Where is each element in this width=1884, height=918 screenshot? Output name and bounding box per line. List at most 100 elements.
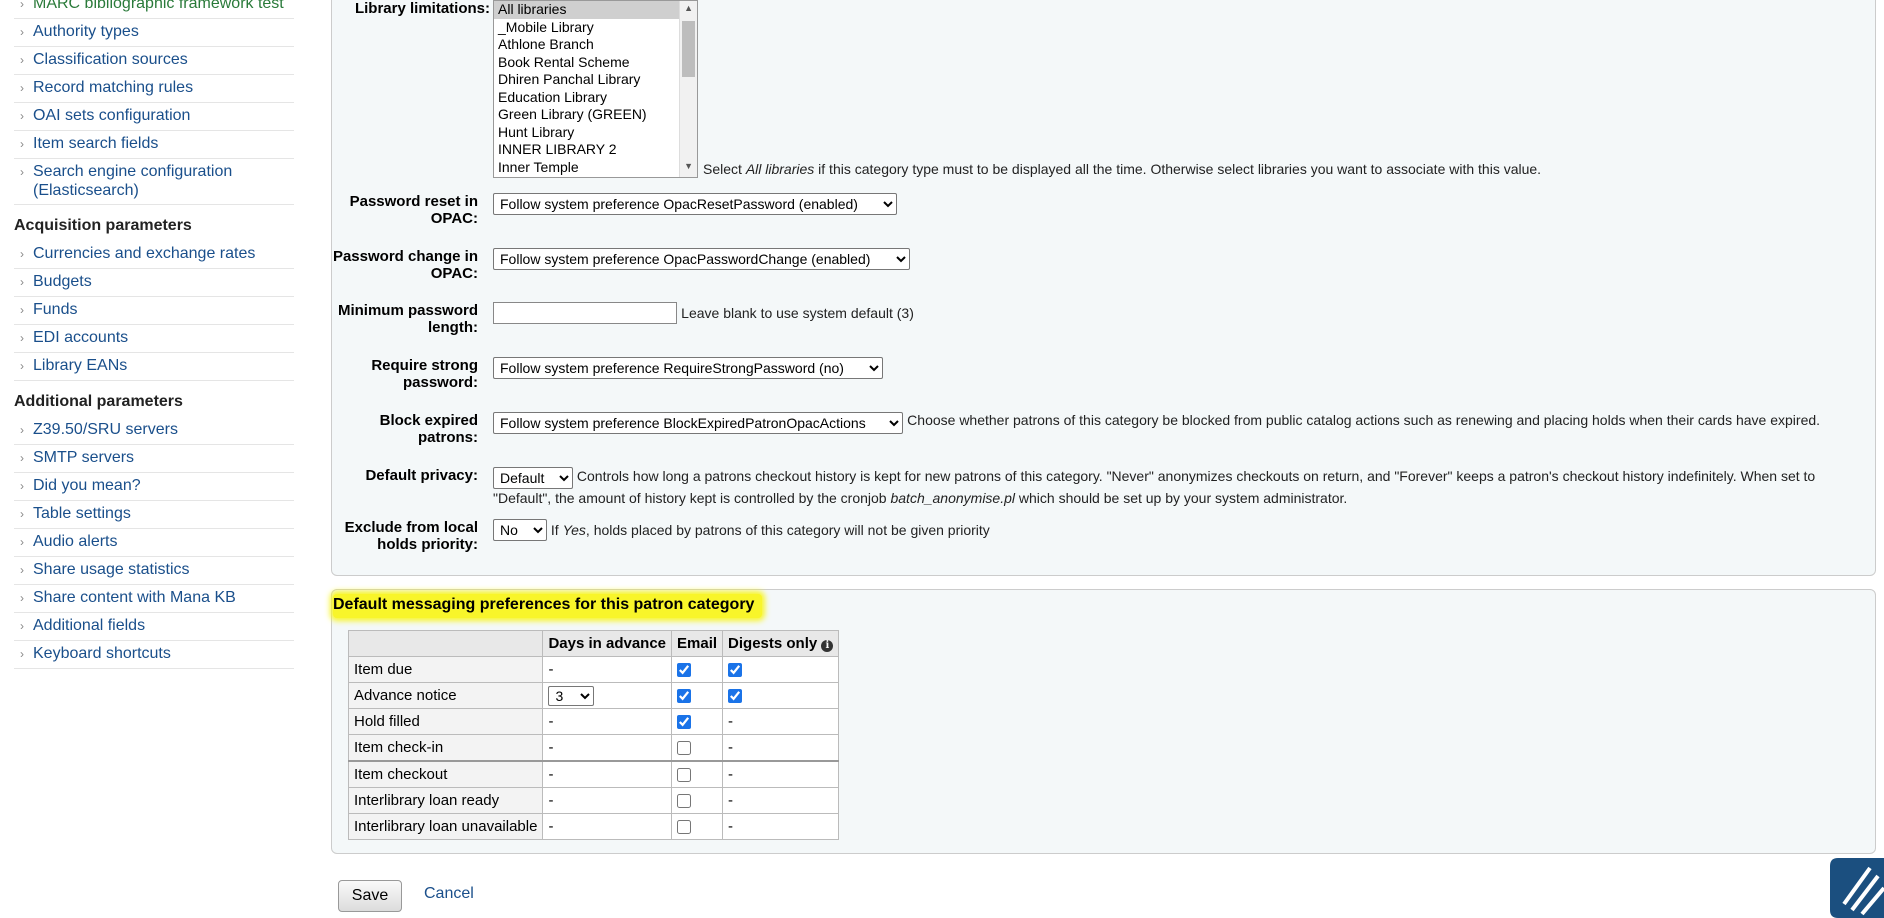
days-in-advance-cell: 3 <box>542 682 673 709</box>
chevron-right-icon: › <box>20 81 24 95</box>
scrollbar-thumb[interactable] <box>682 21 695 77</box>
sidebar-item-share-content-with-mana-kb[interactable]: › Share content with Mana KB <box>14 585 294 613</box>
sidebar-item-smtp-servers[interactable]: › SMTP servers <box>14 445 294 473</box>
require-strong-password-select[interactable]: Follow system preference RequireStrongPa… <box>493 357 883 379</box>
email-checkbox[interactable] <box>677 794 692 809</box>
sidebar-item-table-settings[interactable]: › Table settings <box>14 501 294 529</box>
sidebar-item-library-eans[interactable]: › Library EANs <box>14 353 294 381</box>
sidebar-item-budgets[interactable]: › Budgets <box>14 269 294 297</box>
minimum-password-length-input[interactable] <box>493 302 677 324</box>
chevron-right-icon: › <box>20 247 24 261</box>
digest-checkbox[interactable] <box>728 663 743 678</box>
header-days-in-advance: Days in advance <box>542 630 673 657</box>
library-option[interactable]: Education Library <box>494 89 697 107</box>
library-option[interactable]: All libraries <box>494 1 697 19</box>
row-label: Interlibrary loan ready <box>347 787 544 814</box>
chevron-right-icon: › <box>20 303 24 317</box>
info-icon[interactable]: i <box>821 640 834 652</box>
days-in-advance-value: - <box>542 813 673 840</box>
table-row: Item due - <box>347 656 840 683</box>
table-row: Interlibrary loan ready - - <box>347 787 840 814</box>
password-reset-select[interactable]: Follow system preference OpacResetPasswo… <box>493 193 897 215</box>
email-checkbox[interactable] <box>677 663 692 678</box>
email-checkbox[interactable] <box>677 741 692 756</box>
sidebar-item-authority-types[interactable]: › Authority types <box>14 19 294 47</box>
row-label: Interlibrary loan unavailable <box>347 813 544 840</box>
library-option[interactable]: Dhiren Panchal Library <box>494 71 697 89</box>
library-limitations-listbox[interactable]: All libraries _Mobile Library Athlone Bran… <box>493 0 698 178</box>
sidebar-item-did-you-mean[interactable]: › Did you mean? <box>14 473 294 501</box>
library-option[interactable]: Book Rental Scheme <box>494 54 697 72</box>
email-cell <box>671 787 724 814</box>
require-strong-password-label: Require strong password: <box>371 357 478 391</box>
digest-empty: - <box>722 787 840 814</box>
default-privacy-select[interactable]: Default <box>493 467 573 489</box>
library-option[interactable]: _Mobile Library <box>494 19 697 37</box>
sidebar-item-additional-fields[interactable]: › Additional fields <box>14 613 294 641</box>
sidebar-item-oai-sets-configuration[interactable]: › OAI sets configuration <box>14 103 294 131</box>
digest-cell <box>722 656 840 683</box>
admin-sidebar: › MARC bibliographic framework test › Auth… <box>14 0 294 669</box>
sidebar-item-currencies-and-exchange-rates[interactable]: › Currencies and exchange rates <box>14 241 294 269</box>
sidebar-item-classification-sources[interactable]: › Classification sources <box>14 47 294 75</box>
header-email: Email <box>671 630 724 657</box>
row-label: Hold filled <box>347 708 544 735</box>
email-checkbox[interactable] <box>677 768 692 783</box>
chevron-right-icon: › <box>20 619 24 633</box>
table-row: Item check-in - - <box>347 734 840 762</box>
default-privacy-label: Default privacy: <box>365 467 478 484</box>
chevron-right-icon: › <box>20 137 24 151</box>
chevron-right-icon: › <box>20 359 24 373</box>
library-option[interactable]: INNER LIBRARY 2 <box>494 141 697 159</box>
library-option[interactable]: Athlone Branch <box>494 36 697 54</box>
save-button[interactable]: Save <box>338 880 402 912</box>
digest-empty: - <box>722 708 840 735</box>
exclude-local-holds-select[interactable]: No <box>493 519 547 541</box>
sidebar-item-item-search-fields[interactable]: › Item search fields <box>14 131 294 159</box>
chevron-right-icon: › <box>20 109 24 123</box>
table-row: Interlibrary loan unavailable - - <box>347 813 840 840</box>
chevron-right-icon: › <box>20 479 24 493</box>
days-in-advance-value: - <box>542 656 673 683</box>
digest-checkbox[interactable] <box>728 689 743 704</box>
days-in-advance-value: - <box>542 760 673 788</box>
email-cell <box>671 656 724 683</box>
row-label: Item checkout <box>347 760 544 788</box>
sidebar-item-funds[interactable]: › Funds <box>14 297 294 325</box>
password-change-select[interactable]: Follow system preference OpacPasswordCha… <box>493 248 910 270</box>
sidebar-item-edi-accounts[interactable]: › EDI accounts <box>14 325 294 353</box>
row-label: Advance notice <box>347 682 544 709</box>
block-expired-patrons-select[interactable]: Follow system preference BlockExpiredPat… <box>493 412 903 434</box>
sidebar-item-z39-50-sru-servers[interactable]: › Z39.50/SRU servers <box>14 417 294 445</box>
email-checkbox[interactable] <box>677 820 692 835</box>
additional-parameters-heading: Additional parameters <box>14 393 183 410</box>
default-privacy-field: Default Controls how long a patrons chec… <box>493 467 1859 507</box>
sidebar-item-share-usage-statistics[interactable]: › Share usage statistics <box>14 557 294 585</box>
chevron-right-icon: › <box>20 451 24 465</box>
block-expired-patrons-label: Block expired patrons: <box>379 412 478 446</box>
library-option[interactable]: Hunt Library <box>494 124 697 142</box>
days-in-advance-select[interactable]: 3 <box>548 685 595 706</box>
header-blank <box>347 630 544 657</box>
cancel-link[interactable]: Cancel <box>424 885 474 903</box>
block-expired-patrons-hint: Choose whether patrons of this category … <box>907 412 1821 428</box>
table-row: Item checkout - - <box>347 760 840 788</box>
email-checkbox[interactable] <box>677 689 692 704</box>
sidebar-item-audio-alerts[interactable]: › Audio alerts <box>14 529 294 557</box>
scroll-up-icon[interactable]: ▲ <box>684 3 693 13</box>
sidebar-item-marc-framework-test[interactable]: › MARC bibliographic framework test <box>14 0 294 19</box>
email-checkbox[interactable] <box>677 715 692 730</box>
password-reset-label: Password reset in OPAC: <box>349 193 478 227</box>
chevron-right-icon: › <box>20 507 24 521</box>
listbox-scrollbar[interactable]: ▲ ▼ <box>679 1 697 177</box>
exclude-local-holds-label: Exclude from local holds priority: <box>344 519 478 553</box>
scroll-down-icon[interactable]: ▼ <box>684 161 693 171</box>
row-label: Item due <box>347 656 544 683</box>
sidebar-item-search-engine-configuration-elasticsearch[interactable]: › Search engine configuration (Elasticsea… <box>14 159 294 205</box>
sidebar-item-record-matching-rules[interactable]: › Record matching rules <box>14 75 294 103</box>
sidebar-item-keyboard-shortcuts[interactable]: › Keyboard shortcuts <box>14 641 294 669</box>
library-option[interactable]: Inner Temple <box>494 159 697 177</box>
chevron-right-icon: › <box>20 535 24 549</box>
library-option[interactable]: Green Library (GREEN) <box>494 106 697 124</box>
digest-empty: - <box>722 734 840 762</box>
